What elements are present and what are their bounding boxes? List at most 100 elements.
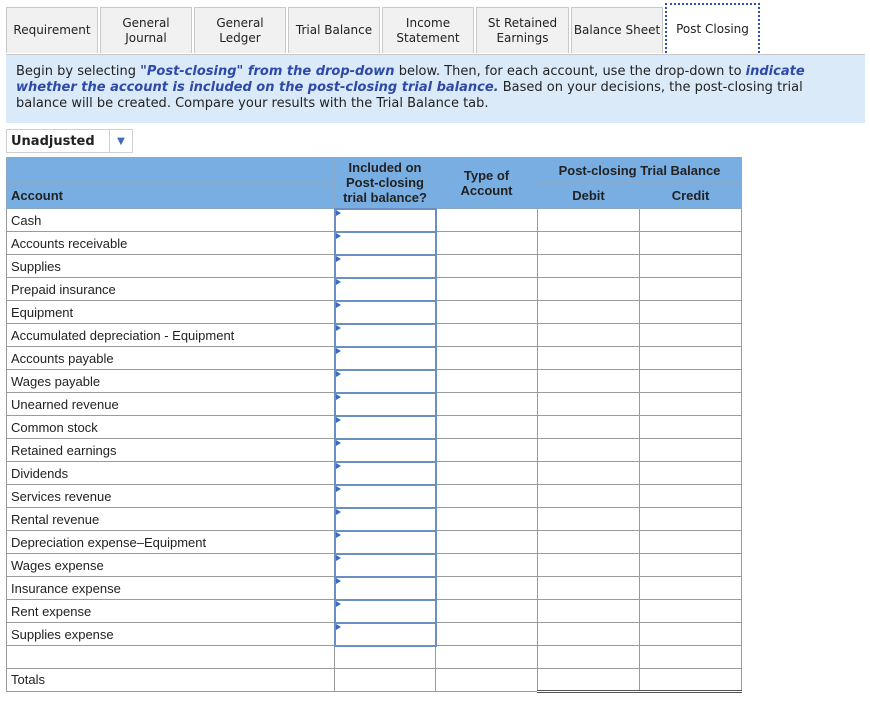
table-row: Services revenue — [6, 483, 742, 509]
included-dropdown[interactable] — [333, 414, 437, 440]
table-row: Prepaid insurance — [6, 276, 742, 302]
included-dropdown[interactable] — [333, 207, 437, 233]
included-dropdown[interactable] — [333, 621, 437, 647]
credit-cell — [639, 553, 742, 577]
credit-cell — [639, 484, 742, 508]
blank-cell — [435, 645, 538, 669]
instruction-text: below. Then, for each account, use the d… — [394, 64, 746, 79]
account-type-cell — [435, 346, 538, 370]
account-type-cell — [435, 530, 538, 554]
tab-income-statement[interactable]: Income Statement — [382, 7, 474, 53]
chevron-down-icon[interactable]: ▼ — [109, 130, 132, 152]
included-dropdown[interactable] — [333, 598, 437, 624]
included-dropdown[interactable] — [333, 552, 437, 578]
instruction-text: Begin by selecting — [16, 64, 141, 79]
blank-cell — [435, 667, 538, 692]
credit-cell — [639, 576, 742, 600]
tab-post-closing[interactable]: Post Closing — [665, 3, 760, 53]
account-name: Equipment — [6, 300, 335, 324]
included-dropdown[interactable] — [333, 299, 437, 325]
credit-cell — [639, 507, 742, 531]
account-type-cell — [435, 208, 538, 232]
credit-cell — [639, 599, 742, 623]
included-dropdown[interactable] — [333, 575, 437, 601]
account-name: Common stock — [6, 415, 335, 439]
debit-cell — [537, 484, 640, 508]
account-name: Rental revenue — [6, 507, 335, 531]
included-dropdown[interactable] — [333, 391, 437, 417]
debit-cell — [537, 254, 640, 278]
credit-cell — [639, 208, 742, 232]
account-name: Dividends — [6, 461, 335, 485]
included-dropdown[interactable] — [333, 529, 437, 555]
credit-cell — [639, 346, 742, 370]
credit-cell — [639, 323, 742, 347]
table-row: Retained earnings — [6, 437, 742, 463]
totals-label: Totals — [6, 667, 335, 692]
account-name: Rent expense — [6, 599, 335, 623]
table-row: Depreciation expense–Equipment — [6, 529, 742, 555]
included-dropdown[interactable] — [333, 368, 437, 394]
table-row: Supplies expense — [6, 621, 742, 647]
debit-cell — [537, 415, 640, 439]
included-dropdown[interactable] — [333, 460, 437, 486]
table-row: Accumulated depreciation - Equipment — [6, 322, 742, 348]
included-dropdown[interactable] — [333, 276, 437, 302]
included-dropdown[interactable] — [333, 506, 437, 532]
table-row: Rent expense — [6, 598, 742, 624]
tab-general-ledger[interactable]: General Ledger — [194, 7, 286, 53]
balance-type-dropdown[interactable]: Unadjusted ▼ — [6, 129, 133, 153]
header-spacer — [6, 157, 335, 183]
credit-cell — [639, 622, 742, 646]
account-type-cell — [435, 323, 538, 347]
blank-cell — [334, 645, 436, 669]
included-dropdown[interactable] — [333, 345, 437, 371]
credit-cell — [639, 231, 742, 255]
tab-trial-balance[interactable]: Trial Balance — [288, 7, 380, 53]
included-dropdown[interactable] — [333, 437, 437, 463]
account-type-cell — [435, 484, 538, 508]
instructions: Begin by selecting "Post-closing" from t… — [6, 55, 865, 123]
instruction-emphasis: "Post-closing" from the drop-down — [140, 64, 395, 79]
totals-row: Totals — [6, 667, 742, 693]
account-name: Accounts payable — [6, 346, 335, 370]
included-dropdown[interactable] — [333, 253, 437, 279]
account-type-cell — [435, 438, 538, 462]
post-closing-table: Included on Post-closing trial balance? … — [6, 157, 742, 693]
table-row: Cash — [6, 207, 742, 233]
debit-cell — [537, 576, 640, 600]
credit-total — [639, 667, 742, 693]
debit-cell — [537, 461, 640, 485]
account-type-cell — [435, 231, 538, 255]
account-name: Depreciation expense–Equipment — [6, 530, 335, 554]
included-dropdown[interactable] — [333, 483, 437, 509]
header-post-closing-group: Post-closing Trial Balance — [537, 157, 742, 183]
table-row: Accounts payable — [6, 345, 742, 371]
account-name: Cash — [6, 208, 335, 232]
header-credit: Credit — [639, 182, 742, 209]
debit-cell — [537, 507, 640, 531]
header-debit: Debit — [537, 182, 640, 209]
tab-requirement[interactable]: Requirement — [6, 7, 98, 53]
tab-balance-sheet[interactable]: Balance Sheet — [571, 7, 663, 53]
account-type-cell — [435, 576, 538, 600]
account-type-cell — [435, 300, 538, 324]
included-dropdown[interactable] — [333, 230, 437, 256]
account-name: Services revenue — [6, 484, 335, 508]
credit-cell — [639, 415, 742, 439]
blank-cell — [6, 645, 335, 669]
credit-cell — [639, 530, 742, 554]
table-row: Dividends — [6, 460, 742, 486]
account-type-cell — [435, 461, 538, 485]
table-row: Equipment — [6, 299, 742, 325]
tab-general-journal[interactable]: General Journal — [100, 7, 192, 53]
dropdown-value: Unadjusted — [11, 133, 95, 149]
debit-cell — [537, 231, 640, 255]
tab-bar: Requirement General Journal General Ledg… — [6, 3, 762, 54]
header-included: Included on Post-closing trial balance? — [334, 157, 436, 209]
debit-cell — [537, 277, 640, 301]
credit-cell — [639, 461, 742, 485]
included-dropdown[interactable] — [333, 322, 437, 348]
tab-st-retained-earnings[interactable]: St Retained Earnings — [476, 7, 569, 53]
blank-cell — [334, 667, 436, 692]
